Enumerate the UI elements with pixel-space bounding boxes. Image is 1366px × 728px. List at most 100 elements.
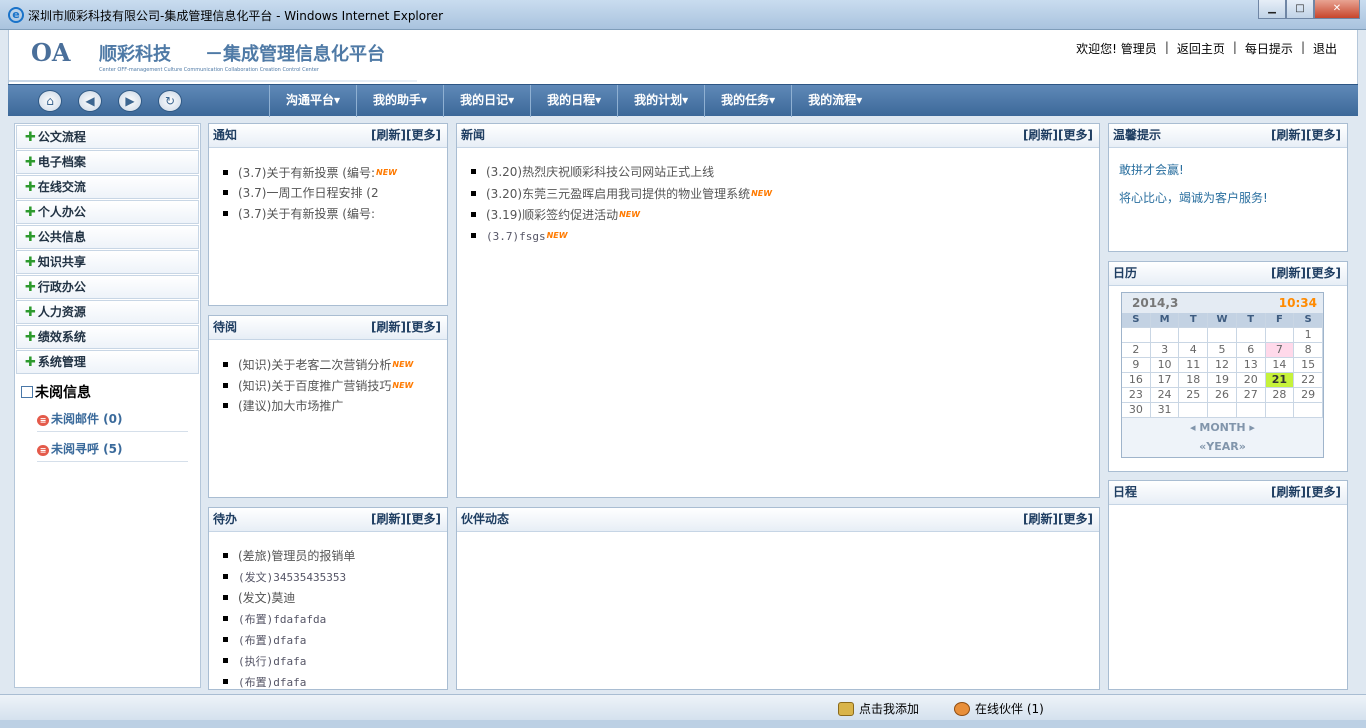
close-button[interactable]: ✕ (1314, 0, 1360, 19)
back-icon[interactable]: ◀ (78, 90, 102, 112)
more-link[interactable]: [更多] (1306, 266, 1341, 280)
list-item[interactable]: (3.7)关于有新投票 (编号: (223, 204, 447, 225)
refresh-link[interactable]: [刷新] (371, 128, 406, 142)
refresh-icon[interactable]: ↻ (158, 90, 182, 112)
list-item[interactable]: (建议)加大市场推广 (223, 396, 447, 417)
year-nav[interactable]: «YEAR» (1122, 437, 1323, 456)
list-item[interactable]: (知识)关于老客二次营销分析NEW (223, 354, 447, 375)
calendar-day[interactable]: 13 (1236, 358, 1266, 373)
unread-mail-link[interactable]: ≡ 未阅邮件 (0) (37, 406, 188, 432)
refresh-link[interactable]: [刷新] (1023, 128, 1058, 142)
more-link[interactable]: [更多] (1058, 128, 1093, 142)
sidebar-item-performance[interactable]: ✚ 绩效系统 (16, 325, 199, 349)
more-link[interactable]: [更多] (406, 320, 441, 334)
refresh-link[interactable]: [刷新] (1271, 266, 1306, 280)
calendar-day[interactable]: 19 (1208, 373, 1237, 388)
sidebar-item-public-info[interactable]: ✚ 公共信息 (16, 225, 199, 249)
calendar-day[interactable]: 3 (1150, 343, 1180, 358)
calendar-day[interactable]: 16 (1122, 373, 1151, 388)
calendar-day[interactable]: 10 (1150, 358, 1180, 373)
calendar-day[interactable]: 21 (1265, 373, 1295, 388)
sidebar-item-hr[interactable]: ✚ 人力资源 (16, 300, 199, 324)
calendar-day[interactable]: 7 (1265, 343, 1295, 358)
calendar-day[interactable]: 26 (1208, 388, 1237, 403)
sidebar-item-online-chat[interactable]: ✚ 在线交流 (16, 175, 199, 199)
calendar-day[interactable]: 28 (1265, 388, 1295, 403)
calendar-day[interactable]: 2 (1122, 343, 1151, 358)
calendar-day[interactable]: 9 (1122, 358, 1151, 373)
refresh-link[interactable]: [刷新] (1271, 485, 1306, 499)
menu-communication[interactable]: 沟通平台▾ (269, 85, 356, 117)
list-item[interactable]: (发文)34535435353 (223, 567, 447, 588)
sidebar-item-knowledge[interactable]: ✚ 知识共享 (16, 250, 199, 274)
home-link[interactable]: 返回主页 (1177, 40, 1225, 57)
list-item[interactable]: (3.7)一周工作日程安排 (2 (223, 183, 447, 204)
refresh-link[interactable]: [刷新] (371, 512, 406, 526)
list-item[interactable]: (3.20)热烈庆祝顺彩科技公司网站正式上线 (471, 162, 1099, 183)
minimize-button[interactable]: ▁ (1258, 0, 1286, 19)
online-partners-link[interactable]: 在线伙伴 (1) (954, 700, 1044, 717)
sidebar-item-personal-office[interactable]: ✚ 个人办公 (16, 200, 199, 224)
more-link[interactable]: [更多] (1306, 128, 1341, 142)
list-item[interactable]: (3.7)关于有新投票 (编号:NEW (223, 162, 447, 183)
more-link[interactable]: [更多] (406, 128, 441, 142)
calendar-day[interactable]: 29 (1294, 388, 1323, 403)
sidebar-item-admin-office[interactable]: ✚ 行政办公 (16, 275, 199, 299)
list-item[interactable]: (布置)dfafa (223, 630, 447, 651)
month-nav[interactable]: ◂ MONTH ▸ (1122, 418, 1323, 437)
list-item[interactable]: (布置)fdafafda (223, 609, 447, 630)
calendar-day[interactable]: 20 (1236, 373, 1266, 388)
calendar-day[interactable]: 15 (1294, 358, 1323, 373)
menu-assistant[interactable]: 我的助手▾ (356, 85, 443, 117)
calendar-day[interactable]: 17 (1150, 373, 1180, 388)
list-item[interactable]: (发文)莫迪 (223, 588, 447, 609)
menu-schedule[interactable]: 我的日程▾ (530, 85, 617, 117)
daily-tip-link[interactable]: 每日提示 (1245, 40, 1293, 57)
logo-oa: OA (31, 38, 71, 67)
calendar-day[interactable]: 22 (1294, 373, 1323, 388)
home-icon[interactable]: ⌂ (38, 90, 62, 112)
sidebar-item-system-admin[interactable]: ✚ 系统管理 (16, 350, 199, 374)
unread-page-link[interactable]: ≡ 未阅寻呼 (5) (37, 436, 188, 462)
menu-diary[interactable]: 我的日记▾ (443, 85, 530, 117)
sidebar-item-e-archive[interactable]: ✚ 电子档案 (16, 150, 199, 174)
list-item[interactable]: (3.20)东莞三元盈晖启用我司提供的物业管理系统NEW (471, 183, 1099, 204)
menu-workflow[interactable]: 我的流程▾ (791, 85, 878, 117)
calendar-day[interactable]: 18 (1179, 373, 1209, 388)
more-link[interactable]: [更多] (406, 512, 441, 526)
refresh-link[interactable]: [刷新] (1023, 512, 1058, 526)
refresh-link[interactable]: [刷新] (371, 320, 406, 334)
list-item[interactable]: (知识)关于百度推广营销技巧NEW (223, 375, 447, 396)
forward-icon[interactable]: ▶ (118, 90, 142, 112)
calendar-day[interactable]: 8 (1294, 343, 1323, 358)
logout-link[interactable]: 退出 (1313, 40, 1337, 57)
calendar-day[interactable]: 27 (1236, 388, 1266, 403)
calendar-day[interactable]: 23 (1122, 388, 1151, 403)
calendar-day[interactable]: 12 (1208, 358, 1237, 373)
todo-panel-header: 待办 [刷新][更多] (209, 508, 447, 532)
menu-task[interactable]: 我的任务▾ (704, 85, 791, 117)
list-item[interactable]: (3.7)fsgsNEW (471, 225, 1099, 246)
calendar-day[interactable]: 31 (1150, 403, 1180, 418)
calendar-day[interactable]: 30 (1122, 403, 1151, 418)
calendar-day[interactable]: 5 (1208, 343, 1237, 358)
sidebar-item-document-flow[interactable]: ✚ 公文流程 (16, 125, 199, 149)
calendar-day[interactable]: 25 (1179, 388, 1209, 403)
calendar-day[interactable]: 1 (1294, 328, 1323, 343)
refresh-link[interactable]: [刷新] (1271, 128, 1306, 142)
list-item[interactable]: (差旅)管理员的报销单 (223, 546, 447, 567)
list-item[interactable]: (执行)dfafa (223, 651, 447, 672)
calendar-day[interactable]: 24 (1150, 388, 1180, 403)
list-item[interactable]: (3.19)顺彩签约促进活动NEW (471, 204, 1099, 225)
calendar-day[interactable]: 11 (1179, 358, 1209, 373)
calendar-day[interactable]: 4 (1179, 343, 1209, 358)
calendar-day[interactable]: 6 (1236, 343, 1266, 358)
calendar-day[interactable]: 14 (1265, 358, 1295, 373)
unread-header[interactable]: 未阅信息 (15, 382, 200, 402)
more-link[interactable]: [更多] (1058, 512, 1093, 526)
menu-plan[interactable]: 我的计划▾ (617, 85, 704, 117)
maximize-button[interactable]: □ (1286, 0, 1314, 19)
add-me-link[interactable]: 点击我添加 (838, 700, 919, 717)
list-item[interactable]: (布置)dfafa (223, 672, 447, 689)
more-link[interactable]: [更多] (1306, 485, 1341, 499)
